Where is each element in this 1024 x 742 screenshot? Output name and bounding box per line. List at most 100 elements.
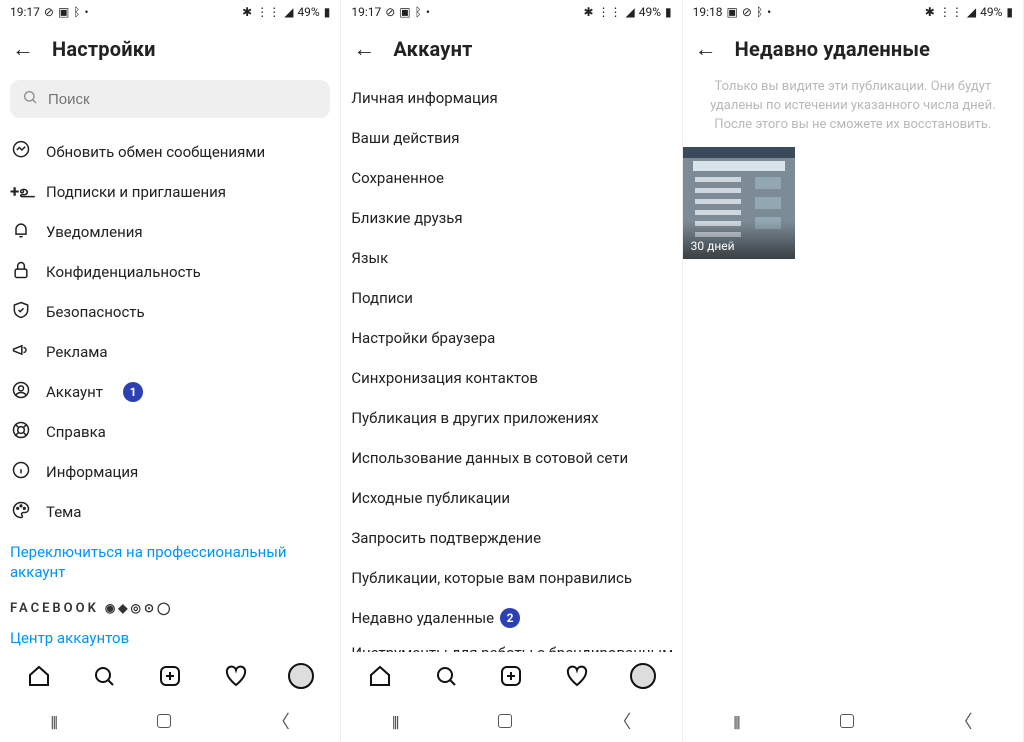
home-tab[interactable] xyxy=(26,663,52,689)
settings-item-palette[interactable]: Тема xyxy=(10,492,330,532)
battery-icon: ▮ xyxy=(665,6,672,18)
settings-item-label: Безопасность xyxy=(46,303,145,321)
home-button[interactable] xyxy=(498,714,512,728)
account-item[interactable]: Подписи xyxy=(351,278,671,318)
app-icon: ᛒ xyxy=(415,6,422,18)
battery-text: 49% xyxy=(297,5,319,19)
screen-header: ← Аккаунт xyxy=(341,24,681,74)
life-ring-icon xyxy=(10,420,32,445)
signal-icon: ◢ xyxy=(626,6,635,18)
home-button[interactable] xyxy=(840,714,854,728)
account-item-label: Запросить подтверждение xyxy=(351,529,541,547)
recents-button[interactable]: ||| xyxy=(50,712,56,731)
back-button[interactable]: 〈 xyxy=(272,708,290,734)
activity-tab[interactable] xyxy=(564,663,590,689)
settings-item-info[interactable]: Информация xyxy=(10,452,330,492)
back-arrow-icon[interactable]: ← xyxy=(353,36,375,62)
settings-item-life-ring[interactable]: Справка xyxy=(10,412,330,452)
profile-tab[interactable] xyxy=(288,663,314,689)
account-item[interactable]: Синхронизация контактов xyxy=(351,358,671,398)
more-icon: • xyxy=(426,6,430,18)
info-icon xyxy=(10,460,32,485)
account-item[interactable]: Публикации, которые вам понравились xyxy=(351,558,671,598)
android-nav-bar: ||| 〈 xyxy=(683,700,1023,742)
wifi-icon: ⋮⋮ xyxy=(256,6,280,18)
android-nav-bar: ||| 〈 xyxy=(0,700,340,742)
search-box[interactable] xyxy=(10,80,330,118)
bluetooth-icon: ✱ xyxy=(583,6,593,18)
account-item[interactable]: Инструменты для работы с брендированным xyxy=(351,638,671,652)
settings-item-megaphone[interactable]: Реклама xyxy=(10,332,330,372)
account-item[interactable]: Близкие друзья xyxy=(351,198,671,238)
back-button[interactable]: 〈 xyxy=(955,708,973,734)
bluetooth-icon: ✱ xyxy=(925,6,935,18)
avatar-icon xyxy=(288,663,314,689)
recents-button[interactable]: ||| xyxy=(392,712,398,731)
battery-text: 49% xyxy=(980,5,1002,19)
fb-products-icons: ◉ ◆ ◎ ⊙ ◯ xyxy=(105,601,171,615)
settings-item-label: Аккаунт xyxy=(46,383,103,401)
deleted-post-thumbnail[interactable]: 30 дней xyxy=(683,147,795,259)
status-time: 19:17 xyxy=(10,5,40,19)
megaphone-icon xyxy=(10,340,32,365)
activity-tab[interactable] xyxy=(223,663,249,689)
settings-item-label: Обновить обмен сообщениями xyxy=(46,143,265,161)
search-tab[interactable] xyxy=(433,663,459,689)
settings-item-label: Информация xyxy=(46,463,138,481)
home-tab[interactable] xyxy=(367,663,393,689)
dnd-icon: ⊘ xyxy=(44,6,54,18)
search-input[interactable] xyxy=(48,91,318,108)
status-bar: 19:17 ⊘ ▣ ᛒ • ✱ ⋮⋮ ◢ 49% ▮ xyxy=(0,0,340,24)
account-item[interactable]: Запросить подтверждение xyxy=(351,518,671,558)
wifi-icon: ⋮⋮ xyxy=(939,6,963,18)
wifi-icon: ⋮⋮ xyxy=(598,6,622,18)
account-item[interactable]: Ваши действия xyxy=(351,118,671,158)
status-bar: 19:18 ▣ ⊘ ᛒ • ✱ ⋮⋮ ◢ 49% ▮ xyxy=(683,0,1023,24)
settings-item-label: Справка xyxy=(46,423,106,441)
battery-text: 49% xyxy=(639,5,661,19)
account-item[interactable]: Настройки браузера xyxy=(351,318,671,358)
account-item[interactable]: Исходные публикации xyxy=(351,478,671,518)
settings-item-messenger[interactable]: Обновить обмен сообщениями xyxy=(10,132,330,172)
settings-item-bell[interactable]: Уведомления xyxy=(10,212,330,252)
step-badge: 1 xyxy=(123,382,143,402)
android-nav-bar: ||| 〈 xyxy=(341,700,681,742)
page-title: Недавно удаленные xyxy=(735,37,931,61)
back-button[interactable]: 〈 xyxy=(613,708,631,734)
account-item-label: Личная информация xyxy=(351,89,497,107)
create-tab[interactable] xyxy=(498,663,524,689)
account-item[interactable]: Публикация в других приложениях xyxy=(351,398,671,438)
home-button[interactable] xyxy=(157,714,171,728)
settings-item-lock[interactable]: Конфиденциальность xyxy=(10,252,330,292)
switch-professional-link[interactable]: Переключиться на профессиональный аккаун… xyxy=(10,542,330,583)
account-item-label: Ваши действия xyxy=(351,129,459,147)
image-icon: ▣ xyxy=(727,6,738,18)
create-tab[interactable] xyxy=(157,663,183,689)
back-arrow-icon[interactable]: ← xyxy=(12,36,34,62)
signal-icon: ◢ xyxy=(284,6,293,18)
settings-item-add-person[interactable]: +உПодписки и приглашения xyxy=(10,172,330,212)
battery-icon: ▮ xyxy=(1006,6,1013,18)
search-tab[interactable] xyxy=(91,663,117,689)
settings-item-shield[interactable]: Безопасность xyxy=(10,292,330,332)
back-arrow-icon[interactable]: ← xyxy=(695,36,717,62)
account-item-label: Использование данных в сотовой сети xyxy=(351,449,628,467)
account-item-label: Инструменты для работы с брендированным xyxy=(351,644,671,652)
account-item[interactable]: Недавно удаленные2 xyxy=(351,598,671,638)
screen-settings: 19:17 ⊘ ▣ ᛒ • ✱ ⋮⋮ ◢ 49% ▮ ← Настройки О… xyxy=(0,0,341,742)
more-icon: • xyxy=(767,6,771,18)
account-item[interactable]: Личная информация xyxy=(351,78,671,118)
account-item[interactable]: Язык xyxy=(351,238,671,278)
profile-tab[interactable] xyxy=(630,663,656,689)
instagram-tab-bar xyxy=(341,652,681,700)
account-item-label: Сохраненное xyxy=(351,169,444,187)
account-item-label: Публикация в других приложениях xyxy=(351,409,598,427)
screen-account: 19:17 ⊘ ▣ ᛒ • ✱ ⋮⋮ ◢ 49% ▮ ← Аккаунт Лич… xyxy=(341,0,682,742)
shield-icon xyxy=(10,300,32,325)
account-item[interactable]: Использование данных в сотовой сети xyxy=(351,438,671,478)
account-item[interactable]: Сохраненное xyxy=(351,158,671,198)
accounts-center-link[interactable]: Центр аккаунтов xyxy=(10,628,330,648)
battery-icon: ▮ xyxy=(324,6,331,18)
settings-item-account[interactable]: Аккаунт 1 xyxy=(10,372,330,412)
recents-button[interactable]: ||| xyxy=(733,712,739,731)
